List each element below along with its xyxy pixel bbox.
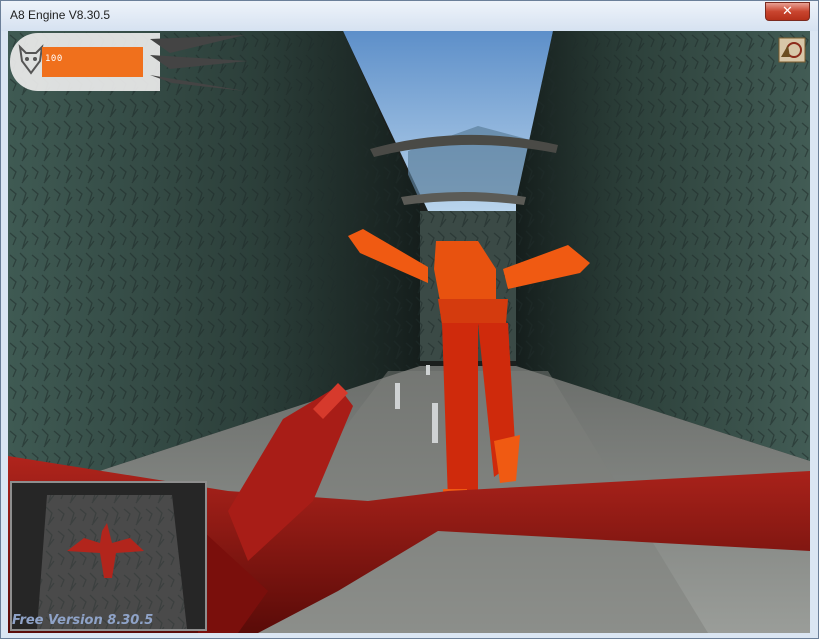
game-viewport[interactable]: 100 Free Version 8.30.5 — [8, 31, 810, 633]
health-value: 100 — [45, 54, 63, 64]
claw-decoration — [150, 35, 248, 91]
app-window: A8 Engine V8.30.5 ✕ 100 Free Version 8.3… — [0, 0, 819, 639]
engine-logo-icon — [778, 37, 806, 63]
title-bar[interactable]: A8 Engine V8.30.5 ✕ — [1, 1, 818, 31]
free-version-watermark: Free Version 8.30.5 — [12, 613, 154, 628]
health-hud: 100 — [10, 33, 250, 93]
minimap — [10, 481, 207, 631]
minimap-view — [12, 483, 205, 629]
window-title: A8 Engine V8.30.5 — [10, 8, 111, 22]
close-button[interactable]: ✕ — [765, 2, 810, 21]
